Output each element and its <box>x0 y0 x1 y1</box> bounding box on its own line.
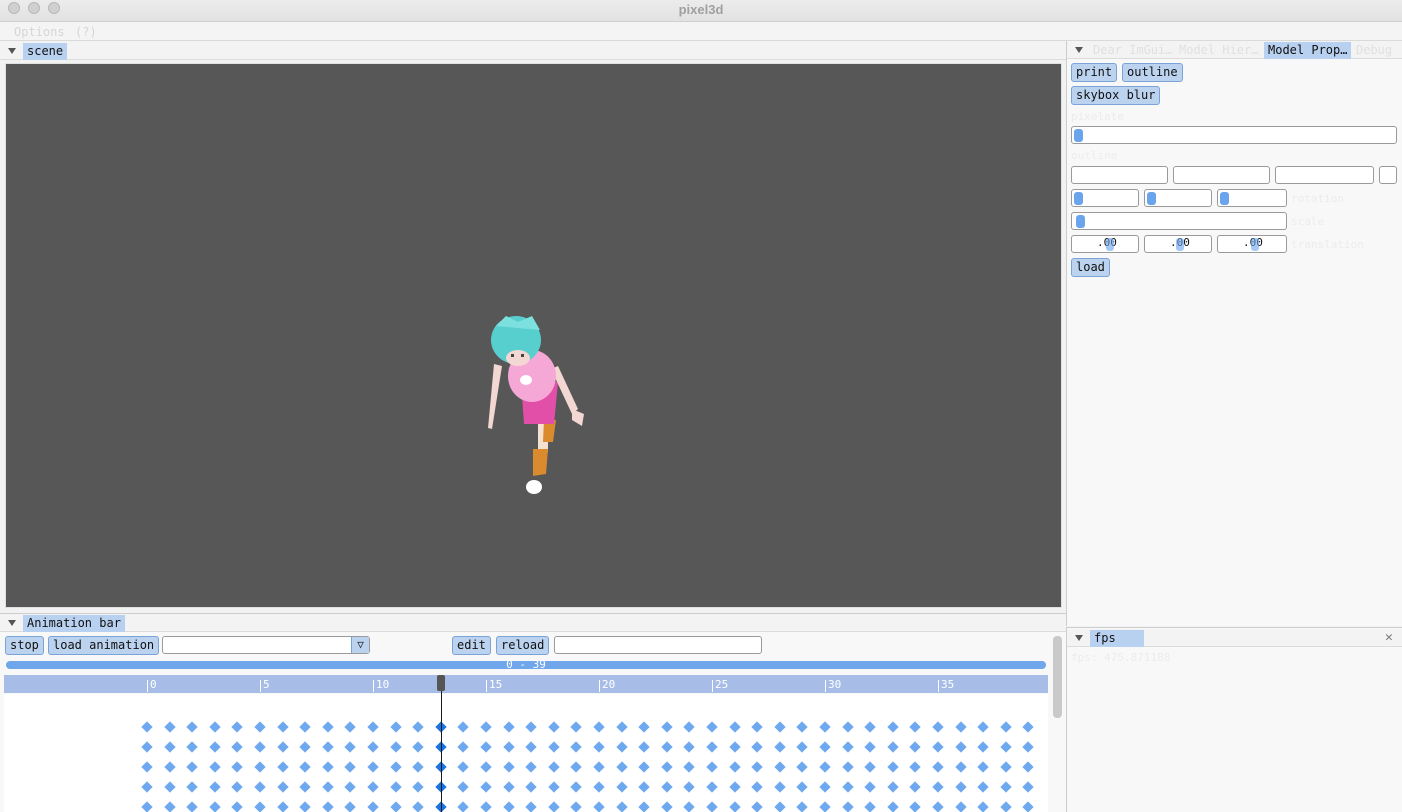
translation-label: translation <box>1291 238 1364 251</box>
tab-dear-imgui[interactable]: Dear ImGui… <box>1089 42 1176 59</box>
right-panel: Dear ImGui… Model Hier… Model Prop… Debu… <box>1066 41 1402 626</box>
slider-grab[interactable] <box>1074 192 1083 205</box>
dropdown-arrow-icon[interactable]: ▽ <box>351 637 369 653</box>
pixelate-slider[interactable] <box>1071 126 1397 144</box>
slider-grab[interactable] <box>1176 238 1184 251</box>
outline-label: outline <box>1071 149 1118 162</box>
slider-grab[interactable] <box>1147 192 1156 205</box>
right-panel-header: Dear ImGui… Model Hier… Model Prop… Debu… <box>1067 41 1402 59</box>
character-model <box>488 316 584 494</box>
tab-fps[interactable]: fps <box>1090 630 1144 647</box>
slider-grab[interactable] <box>1251 238 1259 251</box>
collapse-triangle-icon[interactable] <box>1075 47 1083 53</box>
ruler-tick <box>825 680 826 692</box>
tab-animation-bar[interactable]: Animation bar <box>23 615 125 632</box>
rotation-z-slider[interactable] <box>1217 189 1287 207</box>
slider-grab[interactable] <box>1106 238 1114 251</box>
slider-grab[interactable] <box>1076 215 1085 228</box>
close-icon[interactable]: ✕ <box>1385 630 1393 645</box>
timeline-ruler[interactable] <box>4 675 1048 693</box>
timeline-scrollbar[interactable] <box>1053 636 1062 718</box>
ruler-tick <box>938 680 939 692</box>
outline-input-1[interactable] <box>1071 166 1168 184</box>
ruler-tick <box>599 680 600 692</box>
window-titlebar: pixel3d <box>0 0 1402 22</box>
animation-panel-header: Animation bar <box>0 614 1066 632</box>
menu-help[interactable]: (?) <box>75 25 97 39</box>
skybox-blur-button[interactable]: skybox blur <box>1071 86 1161 105</box>
ruler-tick <box>712 680 713 692</box>
fps-panel-header: fps ✕ <box>1067 629 1402 647</box>
ruler-tick <box>260 680 261 692</box>
ruler-tick-label: 0 <box>150 678 157 691</box>
ruler-tick-label: 35 <box>941 678 955 691</box>
ruler-tick <box>147 680 148 692</box>
scale-slider[interactable] <box>1071 212 1287 230</box>
playhead-line <box>440 684 442 812</box>
frame-range-label: 0 - 39 <box>506 658 546 671</box>
ruler-tick <box>373 680 374 692</box>
edit-button[interactable]: edit <box>452 636 491 655</box>
collapse-triangle-icon[interactable] <box>8 620 16 626</box>
ruler-tick-label: 15 <box>489 678 503 691</box>
fps-readout: fps: 475.871188 <box>1071 651 1171 664</box>
ruler-tick-label: 5 <box>263 678 270 691</box>
translation-y-input[interactable]: .00 <box>1144 235 1212 253</box>
outline-input-2[interactable] <box>1173 166 1270 184</box>
ruler-tick-label: 20 <box>602 678 616 691</box>
load-animation-button[interactable]: load animation <box>48 636 160 655</box>
tab-model-hierarchy[interactable]: Model Hier… <box>1175 42 1262 59</box>
ruler-tick <box>486 680 487 692</box>
tab-debug[interactable]: Debug <box>1352 42 1396 59</box>
stop-button[interactable]: stop <box>5 636 44 655</box>
outline-button[interactable]: outline <box>1122 63 1183 82</box>
outline-color-swatch[interactable] <box>1379 166 1397 184</box>
translation-z-input[interactable]: .00 <box>1217 235 1287 253</box>
ruler-tick-label: 25 <box>715 678 729 691</box>
window-title: pixel3d <box>678 2 724 17</box>
menu-options[interactable]: Options <box>14 25 65 39</box>
animation-select[interactable]: ▽ <box>162 636 370 654</box>
slider-grab[interactable] <box>1220 192 1229 205</box>
rotation-y-slider[interactable] <box>1144 189 1212 207</box>
rotation-label: rotation <box>1291 192 1344 205</box>
rotation-x-slider[interactable] <box>1071 189 1139 207</box>
print-button[interactable]: print <box>1071 63 1118 82</box>
animation-text-input[interactable] <box>554 636 762 654</box>
collapse-triangle-icon[interactable] <box>8 48 16 54</box>
menu-bar: Options (?) <box>0 22 1402 41</box>
load-button[interactable]: load <box>1071 258 1110 277</box>
slider-grab[interactable] <box>1074 129 1083 142</box>
collapse-triangle-icon[interactable] <box>1075 635 1083 641</box>
keyframe-tracks[interactable] <box>4 694 1048 812</box>
ruler-tick-label: 30 <box>828 678 842 691</box>
tab-scene[interactable]: scene <box>23 43 68 60</box>
pixelate-label: pixelate <box>1071 110 1124 123</box>
scale-label: scale <box>1291 215 1325 228</box>
ruler-tick-label: 10 <box>376 678 390 691</box>
playhead-handle[interactable] <box>436 675 445 691</box>
scene-panel-header: scene <box>0 42 1066 60</box>
translation-x-input[interactable]: .00 <box>1071 235 1139 253</box>
reload-button[interactable]: reload <box>496 636 550 655</box>
tab-model-properties[interactable]: Model Prop… <box>1264 42 1352 59</box>
outline-input-3[interactable] <box>1275 166 1374 184</box>
scene-viewport[interactable] <box>5 63 1062 608</box>
fps-panel: fps ✕ fps: 475.871188 <box>1066 627 1402 812</box>
